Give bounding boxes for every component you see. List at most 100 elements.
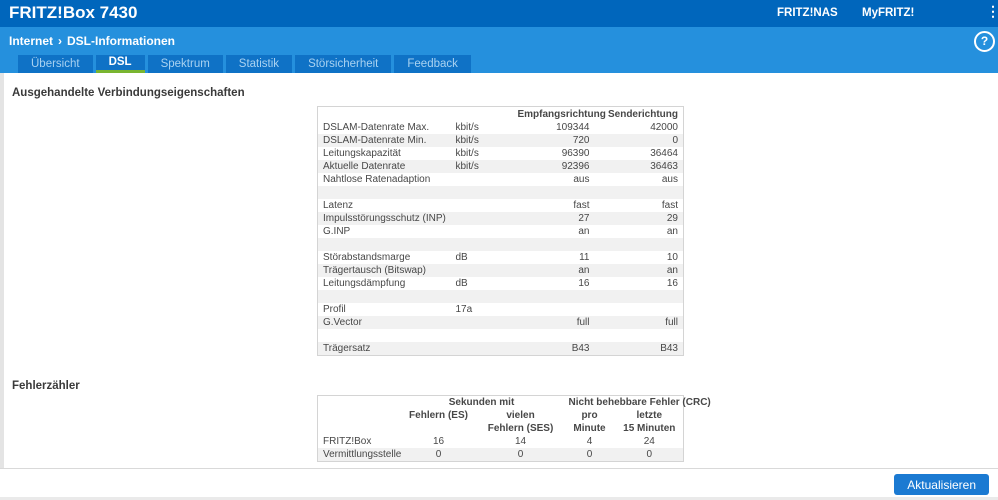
- row-label: Vermittlungsstelle: [323, 449, 402, 460]
- sub-header: Internet › DSL-Informationen ? Übersicht D…: [0, 27, 998, 73]
- table-row: G.INP an an: [318, 225, 684, 238]
- rx-value: fast: [573, 200, 590, 211]
- rx-value: 720: [572, 135, 590, 146]
- row-label: G.INP: [323, 226, 351, 237]
- breadcrumb-separator-icon: ›: [58, 34, 63, 48]
- rx-value: 27: [578, 213, 590, 224]
- tx-value: 0: [672, 135, 678, 146]
- tx-value: 29: [666, 213, 678, 224]
- table-row: Trägertausch (Bitswap) an an: [317, 264, 684, 277]
- header-spacer: [318, 409, 400, 435]
- breadcrumb-page: DSL-Informationen: [67, 34, 176, 48]
- table-row: DSLAM-Datenrate Min. kbit/s 720 0: [317, 134, 684, 147]
- table-row: Leitungskapazität kbit/s 96390 36464: [318, 147, 684, 160]
- tab-spektrum[interactable]: Spektrum: [147, 55, 223, 73]
- row-label: Aktuelle Datenrate: [323, 161, 406, 172]
- rx-value: 92396: [561, 161, 590, 172]
- row-unit: dB: [455, 278, 468, 289]
- row-label: Trägertausch (Bitswap): [323, 265, 426, 276]
- rx-value: an: [578, 226, 590, 237]
- tab-statistik[interactable]: Statistik: [225, 55, 293, 73]
- row-unit: [451, 173, 513, 186]
- connection-table-header-row: Empfangsrichtung Senderichtung: [318, 107, 684, 122]
- row-label: Trägersatz: [323, 343, 371, 354]
- ses-value: 14: [514, 436, 527, 447]
- table-row: Störabstandsmarge dB 11 10: [318, 251, 684, 264]
- row-label: FRITZ!Box: [323, 436, 372, 447]
- header-spacer: [318, 396, 400, 410]
- tx-value: aus: [661, 174, 678, 185]
- connection-table: Empfangsrichtung Senderichtung DSLAM-Dat…: [317, 106, 684, 356]
- col-header-es: Fehlern (ES): [409, 410, 468, 421]
- main-content: Ausgehandelte Verbindungseigenschaften E…: [0, 73, 998, 468]
- col-header-ses: vielen Fehlern (SES): [487, 410, 554, 434]
- group-header-crc: Nicht behebbare Fehler (CRC): [568, 397, 711, 408]
- table-row: Aktuelle Datenrate kbit/s 92396 36463: [317, 160, 684, 173]
- table-row: FRITZ!Box 16 14 4 24: [318, 435, 684, 448]
- connection-section-title: Ausgehandelte Verbindungseigenschaften: [12, 87, 245, 99]
- tx-value: an: [666, 265, 678, 276]
- header-spacer: [318, 107, 451, 122]
- row-label: DSLAM-Datenrate Min.: [323, 135, 427, 146]
- row-label: Latenz: [323, 200, 354, 211]
- col-header-senderichtung: Senderichtung: [607, 108, 678, 120]
- tx-value: 16: [666, 278, 678, 289]
- row-label: Profil: [323, 304, 346, 315]
- rx-value: an: [578, 265, 590, 276]
- breadcrumb: Internet › DSL-Informationen: [9, 34, 175, 48]
- tx-value: 36464: [650, 148, 678, 159]
- tab-bar: Übersicht DSL Spektrum Statistik Störsic…: [18, 55, 471, 73]
- tx-value: B43: [660, 343, 678, 354]
- fritznas-link[interactable]: FRITZ!NAS: [777, 7, 838, 19]
- app-title: FRITZ!Box 7430: [9, 3, 138, 22]
- table-row: Latenz fast fast: [318, 199, 684, 212]
- header-spacer: [451, 107, 513, 122]
- help-icon[interactable]: ?: [974, 31, 995, 52]
- col-header-per-minute: pro Minute: [573, 410, 606, 434]
- crc-per-minute-value: 0: [586, 449, 593, 460]
- top-bar: FRITZ!Box 7430 FRITZ!NAS MyFRITZ! ⋮: [0, 0, 998, 27]
- row-label: G.Vector: [323, 317, 362, 328]
- error-table-group-header-row: Sekunden mit Nicht behebbare Fehler (CRC…: [318, 396, 711, 410]
- group-header-seconds: Sekunden mit: [448, 397, 515, 408]
- row-unit: 17a: [455, 304, 473, 315]
- tx-value: fast: [661, 200, 678, 211]
- row-unit: kbit/s: [455, 122, 479, 133]
- myfritz-link[interactable]: MyFRITZ!: [862, 7, 914, 19]
- row-label: Störabstandsmarge: [323, 252, 411, 263]
- rx-value: 109344: [556, 122, 590, 133]
- error-section-title: Fehlerzähler: [12, 380, 80, 392]
- spacer-row: [317, 186, 684, 199]
- rx-value: B43: [571, 343, 590, 354]
- error-table-header-row: Fehlern (ES) vielen Fehlern (SES) pro Mi…: [318, 409, 684, 435]
- rx-value: 96390: [561, 148, 590, 159]
- row-label: Impulsstörungsschutz (INP): [323, 213, 446, 224]
- rx-value: [513, 303, 595, 316]
- row-unit: kbit/s: [455, 148, 479, 159]
- rx-value: full: [576, 317, 590, 328]
- es-value: 16: [432, 436, 445, 447]
- error-table: Sekunden mit Nicht behebbare Fehler (CRC…: [317, 395, 711, 462]
- tx-value: 42000: [650, 122, 678, 133]
- crc-per-minute-value: 4: [586, 436, 593, 447]
- tab-dsl[interactable]: DSL: [95, 55, 145, 73]
- col-header-last-15: letzte 15 Minuten: [623, 410, 676, 434]
- menu-dots-icon[interactable]: ⋮: [986, 4, 998, 18]
- tab-feedback[interactable]: Feedback: [394, 55, 471, 73]
- breadcrumb-section[interactable]: Internet: [9, 34, 53, 48]
- tx-value: 36463: [650, 161, 678, 172]
- row-unit: [451, 316, 513, 329]
- spacer-row: [317, 290, 684, 303]
- ses-value: 0: [517, 449, 524, 460]
- left-edge-divider: [0, 73, 4, 468]
- tab-stoersicherheit[interactable]: Störsicherheit: [295, 55, 392, 73]
- table-row: Vermittlungsstelle 0 0 0 0: [317, 448, 684, 462]
- table-row: G.Vector full full: [317, 316, 684, 329]
- tx-value: 10: [666, 252, 678, 263]
- row-label: Leitungskapazität: [323, 148, 401, 159]
- col-header-empfangsrichtung: Empfangsrichtung: [517, 108, 606, 120]
- tab-uebersicht[interactable]: Übersicht: [18, 55, 93, 73]
- refresh-button[interactable]: Aktualisieren: [894, 474, 989, 495]
- row-label: Leitungsdämpfung: [323, 278, 406, 289]
- table-row: DSLAM-Datenrate Max. kbit/s 109344 42000: [318, 121, 684, 134]
